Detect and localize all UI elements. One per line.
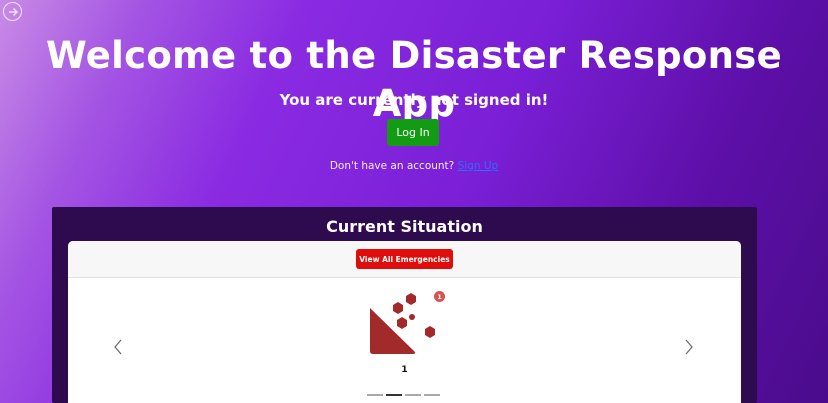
carousel-indicator-2[interactable]: [386, 394, 402, 396]
login-button[interactable]: Log In: [387, 119, 439, 146]
emergency-card: View All Emergencies 1 1: [68, 241, 741, 403]
signup-link[interactable]: Sign Up: [458, 160, 499, 172]
card-header: View All Emergencies: [68, 241, 741, 278]
emergency-count-badge: 1: [434, 291, 445, 302]
page-title: Welcome to the Disaster Response App: [45, 34, 783, 125]
carousel-indicators: [367, 394, 440, 396]
section-title: Current Situation: [326, 217, 483, 236]
carousel-indicator-4[interactable]: [424, 394, 440, 396]
current-situation-panel: Current Situation View All Emergencies 1…: [52, 207, 757, 403]
carousel-indicator-3[interactable]: [405, 394, 421, 396]
signup-prompt-text: Don't have an account?: [329, 160, 455, 172]
carousel-next-chevron-right-icon[interactable]: [682, 337, 696, 357]
sign-in-status: You are currently not signed in!: [279, 91, 549, 109]
carousel-indicator-1[interactable]: [367, 394, 383, 396]
emergency-count: 1: [401, 365, 408, 375]
back-arrow-icon[interactable]: [3, 2, 22, 21]
signup-prompt: Don't have an account? Sign Up: [0, 159, 828, 173]
view-all-emergencies-button[interactable]: View All Emergencies: [356, 249, 453, 269]
landslide-icon[interactable]: [368, 293, 448, 357]
carousel-prev-chevron-left-icon[interactable]: [111, 337, 125, 357]
